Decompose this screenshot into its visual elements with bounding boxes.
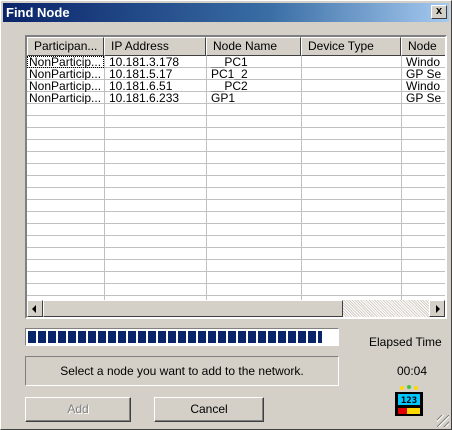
node-list[interactable]: Participan... IP Address Node Name Devic… <box>25 35 447 319</box>
column-header-device-type[interactable]: Device Type <box>301 37 401 56</box>
search-progress-bar <box>25 328 339 346</box>
cell-device-type <box>301 68 401 80</box>
cell-ip-address: 10.181.6.51 <box>109 80 173 92</box>
table-row[interactable]: NonParticip... 10.181.6.51 __PC2 Windo <box>27 80 445 92</box>
resize-grip[interactable] <box>437 415 449 427</box>
cell-ip-address: 10.181.3.178 <box>109 56 180 68</box>
timer-display-icon: 123 <box>393 384 425 418</box>
timer-digits: 123 <box>401 396 417 406</box>
cell-device-type <box>301 92 401 104</box>
cell-node-name: __PC1 <box>211 56 248 68</box>
status-message: Select a node you want to add to the net… <box>25 356 339 386</box>
cell-node: Windo <box>406 56 441 68</box>
cancel-button[interactable]: Cancel <box>154 397 264 422</box>
scroll-thumb[interactable] <box>43 300 343 317</box>
title-bar[interactable]: Find Node x <box>3 3 449 22</box>
elapsed-time-label: Elapsed Time <box>369 335 442 349</box>
window-title: Find Node <box>6 5 70 20</box>
elapsed-time-value: 00:04 <box>397 364 428 378</box>
scroll-left-button[interactable] <box>27 300 43 317</box>
cell-ip-address: 10.181.6.233 <box>109 92 180 104</box>
cell-device-type <box>301 56 401 68</box>
cell-ip-address: 10.181.5.17 <box>109 68 173 80</box>
table-row[interactable]: NonParticip... 10.181.6.233 GP1 GP Se <box>27 92 445 104</box>
cell-node: GP Se <box>406 68 442 80</box>
cell-node-name: GP1 <box>211 92 236 104</box>
scroll-right-button[interactable] <box>429 300 445 317</box>
arrow-left-icon <box>32 305 36 313</box>
add-button[interactable]: Add <box>25 397 131 422</box>
cell-node-name: PC1_2 <box>211 68 248 80</box>
table-row[interactable]: NonParticip... 10.181.5.17 PC1_2 GP Se <box>27 68 445 80</box>
cell-device-type <box>301 80 401 92</box>
cell-node-name: __PC2 <box>211 80 248 92</box>
column-header-participant[interactable]: Participan... <box>27 37 104 56</box>
column-header-node[interactable]: Node <box>401 37 445 56</box>
table-row[interactable]: NonParticip... 10.181.3.178 __PC1 Windo <box>27 56 445 68</box>
column-header-ip-address[interactable]: IP Address <box>104 37 206 56</box>
cell-participant: NonParticip... <box>29 92 102 104</box>
list-body: NonParticip... 10.181.3.178 __PC1 Windo … <box>27 56 445 300</box>
cell-node: GP Se <box>406 92 442 104</box>
cell-participant: NonParticip... <box>29 68 102 80</box>
cell-participant: NonParticip... <box>29 80 102 92</box>
cell-participant: NonParticip... <box>27 56 104 68</box>
find-node-dialog: Find Node x Participan... IP Address Nod… <box>0 0 452 430</box>
close-button[interactable]: x <box>431 5 447 19</box>
progress-fill <box>28 331 322 343</box>
cell-node: Windo <box>406 80 441 92</box>
horizontal-scrollbar[interactable] <box>27 300 445 317</box>
column-header-node-name[interactable]: Node Name <box>206 37 301 56</box>
arrow-right-icon <box>436 305 440 313</box>
list-header: Participan... IP Address Node Name Devic… <box>27 37 445 56</box>
